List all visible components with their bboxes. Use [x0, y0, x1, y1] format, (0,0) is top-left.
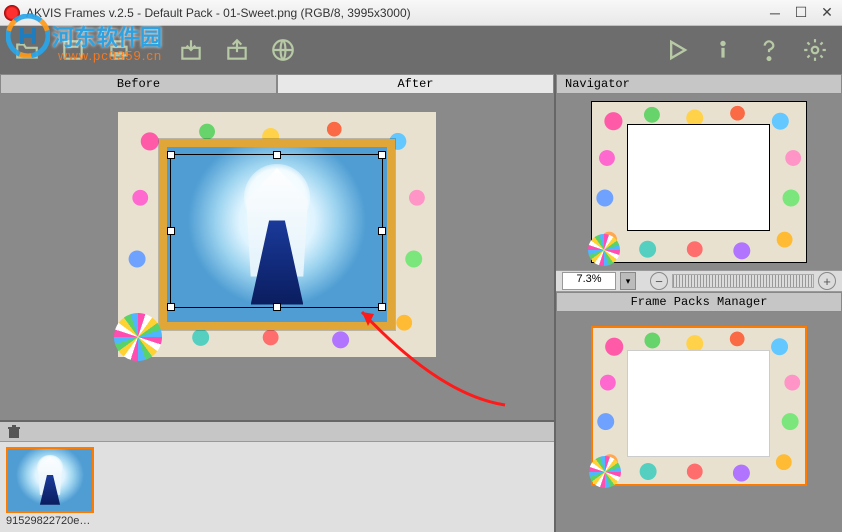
zoom-value[interactable]: 7.3%	[562, 272, 616, 290]
canvas[interactable]	[0, 94, 554, 420]
delete-thumb-button[interactable]	[6, 424, 22, 440]
tab-before[interactable]: Before	[0, 74, 277, 94]
prefs-button[interactable]	[798, 33, 832, 67]
zoom-controls: 7.3% ▾ − +	[556, 270, 842, 292]
export-button[interactable]	[220, 33, 254, 67]
import-button[interactable]	[174, 33, 208, 67]
info-button[interactable]	[706, 33, 740, 67]
packs-header: Frame Packs Manager	[556, 292, 842, 312]
frame-pack-item[interactable]	[591, 326, 807, 486]
web-button[interactable]	[266, 33, 300, 67]
thumbnail-strip: 91529822720e0cf...	[0, 420, 554, 532]
close-button[interactable]: ✕	[816, 4, 838, 22]
frame-packs-panel[interactable]	[556, 312, 842, 532]
lollipop-icon	[114, 313, 162, 361]
thumbnail-item[interactable]: 91529822720e0cf...	[6, 447, 94, 527]
run-button[interactable]	[660, 33, 694, 67]
navigator-viewport[interactable]	[627, 124, 770, 231]
maximize-button[interactable]: ☐	[790, 4, 812, 22]
navigator-preview[interactable]	[591, 101, 807, 263]
zoom-in-button[interactable]: +	[818, 272, 836, 290]
zoom-dropdown[interactable]: ▾	[620, 272, 636, 290]
tabs: Before After	[0, 74, 554, 94]
navigator-panel[interactable]	[556, 94, 842, 270]
thumbnail-label: 91529822720e0cf...	[6, 515, 94, 527]
help-button[interactable]	[752, 33, 786, 67]
watermark: 河东软件园 www.pc0359.cn	[6, 14, 162, 58]
zoom-slider[interactable]	[672, 274, 814, 288]
framed-image[interactable]	[118, 112, 436, 357]
tab-after[interactable]: After	[277, 74, 554, 94]
watermark-logo-icon	[6, 14, 50, 58]
selection-box[interactable]	[170, 154, 383, 308]
navigator-header: Navigator	[556, 74, 842, 94]
minimize-button[interactable]: ─	[764, 4, 786, 22]
zoom-out-button[interactable]: −	[650, 272, 668, 290]
